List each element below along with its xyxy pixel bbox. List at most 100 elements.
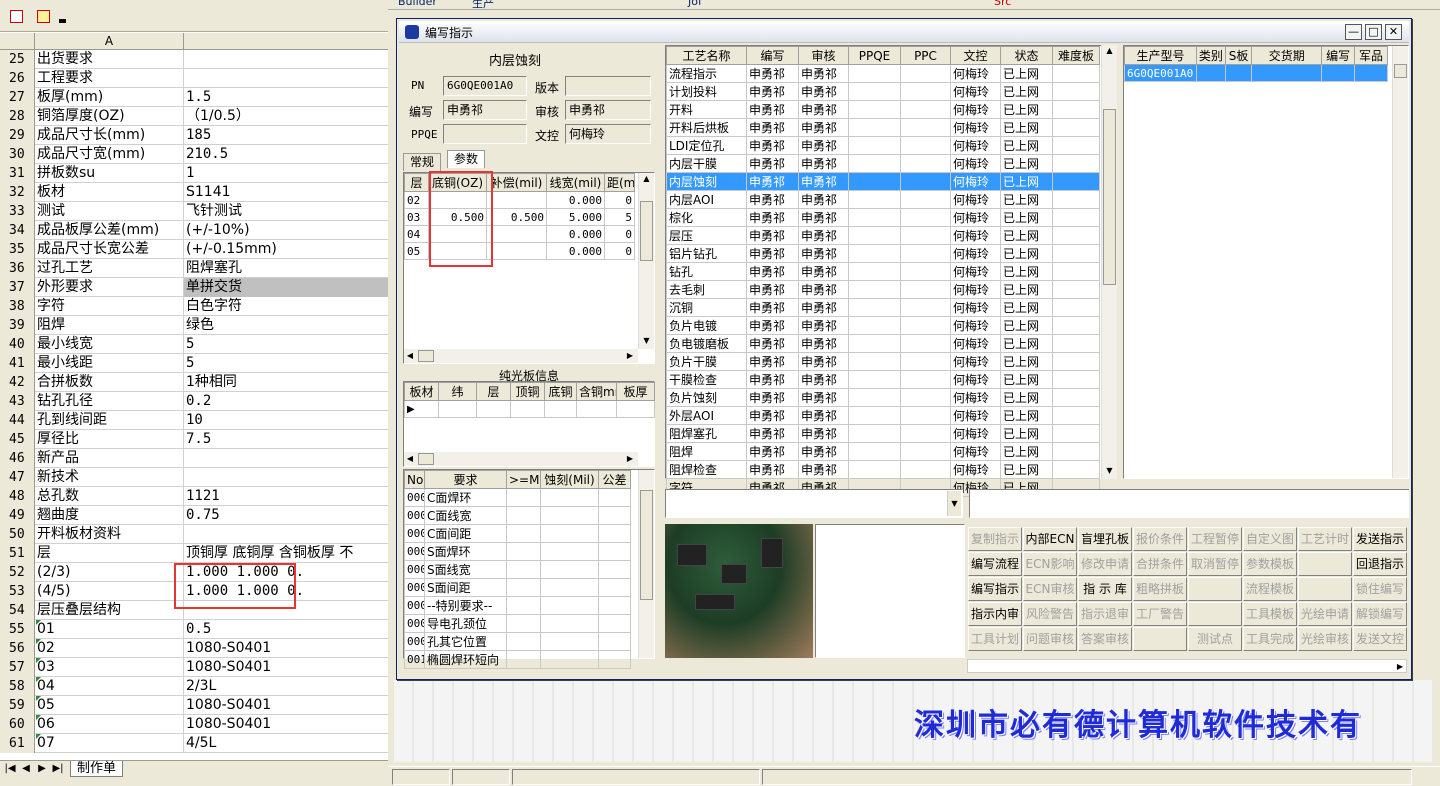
row-number[interactable]: 35	[0, 240, 35, 259]
table-cell[interactable]	[848, 460, 901, 479]
action-button[interactable]: 风险警告	[1023, 602, 1077, 626]
table-cell[interactable]: 负片电镀	[666, 316, 747, 335]
row-number[interactable]: 47	[0, 468, 35, 487]
table-cell[interactable]: 申勇祁	[798, 64, 849, 83]
table-row[interactable]: 000S面焊环	[404, 542, 631, 561]
table-cell[interactable]: 申勇祁	[798, 406, 849, 425]
table-row[interactable]: 001椭圆焊环短向	[404, 650, 631, 669]
process-row[interactable]: 去毛刺 申勇祁 申勇祁 何梅玲 已上网	[666, 280, 1100, 299]
process-row[interactable]: 计划投料 申勇祁 申勇祁 何梅玲 已上网	[666, 82, 1100, 101]
action-button[interactable]: 答案审核	[1078, 627, 1132, 651]
table-cell[interactable]: 流程指示	[666, 64, 747, 83]
table-cell[interactable]: 何梅玲	[950, 442, 1001, 461]
table-cell[interactable]	[506, 542, 541, 561]
table-cell[interactable]	[1052, 460, 1100, 479]
toolbar-text[interactable]: Builder	[398, 0, 437, 8]
column-header[interactable]: 线宽(mil)	[546, 173, 605, 192]
table-cell[interactable]: 已上网	[1000, 82, 1053, 101]
req-vscroll[interactable]	[638, 470, 654, 658]
table-cell[interactable]	[1052, 226, 1100, 245]
table-cell[interactable]: 已上网	[1000, 424, 1053, 443]
process-row[interactable]: 内层蚀刻 申勇祁 申勇祁 何梅玲 已上网	[666, 172, 1100, 191]
column-a-header[interactable]: A	[35, 33, 184, 50]
table-cell[interactable]	[848, 118, 901, 137]
table-cell[interactable]: 申勇祁	[746, 424, 799, 443]
column-header[interactable]: 工艺名称	[666, 46, 747, 65]
table-cell[interactable]	[598, 488, 631, 507]
blank-button[interactable]	[1188, 602, 1242, 626]
table-cell[interactable]: 何梅玲	[950, 298, 1001, 317]
row-number[interactable]: 38	[0, 297, 35, 316]
table-cell[interactable]: 02	[404, 191, 429, 209]
blank-button[interactable]	[1133, 627, 1187, 651]
table-cell[interactable]	[848, 172, 901, 191]
table-cell[interactable]	[848, 424, 901, 443]
table-cell[interactable]	[1354, 64, 1388, 82]
process-row[interactable]: 内层AOI 申勇祁 申勇祁 何梅玲 已上网	[666, 190, 1100, 209]
action-button[interactable]: 编写指示	[968, 577, 1022, 601]
table-cell[interactable]: S面间距	[424, 578, 507, 597]
table-cell[interactable]	[900, 280, 951, 299]
dropdown-arrow-icon[interactable]: ▼	[947, 491, 961, 516]
table-cell[interactable]: 棕化	[666, 208, 747, 227]
table-cell[interactable]: 申勇祁	[798, 136, 849, 155]
cell-a[interactable]: 阻焊	[35, 316, 184, 335]
table-cell[interactable]: 申勇祁	[798, 208, 849, 227]
table-cell[interactable]: 申勇祁	[798, 316, 849, 335]
table-cell[interactable]: 已上网	[1000, 172, 1053, 191]
table-cell[interactable]	[848, 190, 901, 209]
table-cell[interactable]: 000	[404, 560, 425, 579]
table-cell[interactable]	[1052, 334, 1100, 353]
process-row[interactable]: 层压 申勇祁 申勇祁 何梅玲 已上网	[666, 226, 1100, 245]
table-cell[interactable]	[848, 208, 901, 227]
table-cell[interactable]: 申勇祁	[746, 406, 799, 425]
table-cell[interactable]	[848, 334, 901, 353]
cell-b[interactable]: 飞针测试	[184, 202, 388, 221]
cell-b[interactable]: 1080-S0401	[184, 658, 388, 677]
action-button[interactable]: 自定义图	[1243, 527, 1297, 551]
table-cell[interactable]: 何梅玲	[950, 316, 1001, 335]
table-cell[interactable]: 000	[404, 524, 425, 543]
table-cell[interactable]	[1052, 424, 1100, 443]
action-button[interactable]: ECN影响	[1023, 552, 1077, 576]
row-number[interactable]: 31	[0, 164, 35, 183]
action-button[interactable]: 指 示 库	[1078, 577, 1132, 601]
action-button[interactable]: 光绘申请	[1298, 602, 1352, 626]
table-cell[interactable]	[900, 82, 951, 101]
cell-a[interactable]: 钻孔孔径	[35, 392, 184, 411]
table-cell[interactable]	[848, 406, 901, 425]
cell-b[interactable]	[184, 69, 388, 88]
table-cell[interactable]	[1052, 352, 1100, 371]
blank-button[interactable]	[1298, 577, 1352, 601]
cell-b[interactable]: 10	[184, 411, 388, 430]
action-button[interactable]: 工具模板	[1243, 602, 1297, 626]
column-header[interactable]: 纬	[438, 382, 477, 401]
cell-a[interactable]: (2/3)	[35, 563, 184, 582]
column-header[interactable]: 类别	[1195, 46, 1226, 65]
table-cell[interactable]: 何梅玲	[950, 262, 1001, 281]
param-hscroll[interactable]: ◀ ▶	[404, 349, 638, 363]
table-cell[interactable]	[900, 244, 951, 263]
cell-b[interactable]: 阻焊塞孔	[184, 259, 388, 278]
blank-button[interactable]	[1298, 552, 1352, 576]
cell-a[interactable]: 04	[35, 677, 184, 696]
table-cell[interactable]: 申勇祁	[798, 154, 849, 173]
table-cell[interactable]: 何梅玲	[950, 154, 1001, 173]
table-cell[interactable]: 层压	[666, 226, 747, 245]
process-row[interactable]: 负片电镀 申勇祁 申勇祁 何梅玲 已上网	[666, 316, 1100, 335]
table-cell[interactable]	[1052, 442, 1100, 461]
table-cell[interactable]: 何梅玲	[950, 100, 1001, 119]
bottom-hscroll[interactable]: ▶	[967, 659, 1407, 673]
table-cell[interactable]: 申勇祁	[746, 460, 799, 479]
column-header[interactable]: 层	[476, 382, 511, 401]
table-cell[interactable]	[1224, 64, 1253, 82]
table-cell[interactable]: 申勇祁	[798, 370, 849, 389]
table-cell[interactable]: 申勇祁	[746, 172, 799, 191]
table-row[interactable]: 000S面间距	[404, 578, 631, 597]
table-cell[interactable]: 已上网	[1000, 442, 1053, 461]
table-cell[interactable]	[900, 442, 951, 461]
table-cell[interactable]: 0	[604, 242, 635, 260]
row-number[interactable]: 37	[0, 278, 35, 297]
row-number[interactable]: 56	[0, 639, 35, 658]
table-cell[interactable]	[540, 524, 599, 543]
